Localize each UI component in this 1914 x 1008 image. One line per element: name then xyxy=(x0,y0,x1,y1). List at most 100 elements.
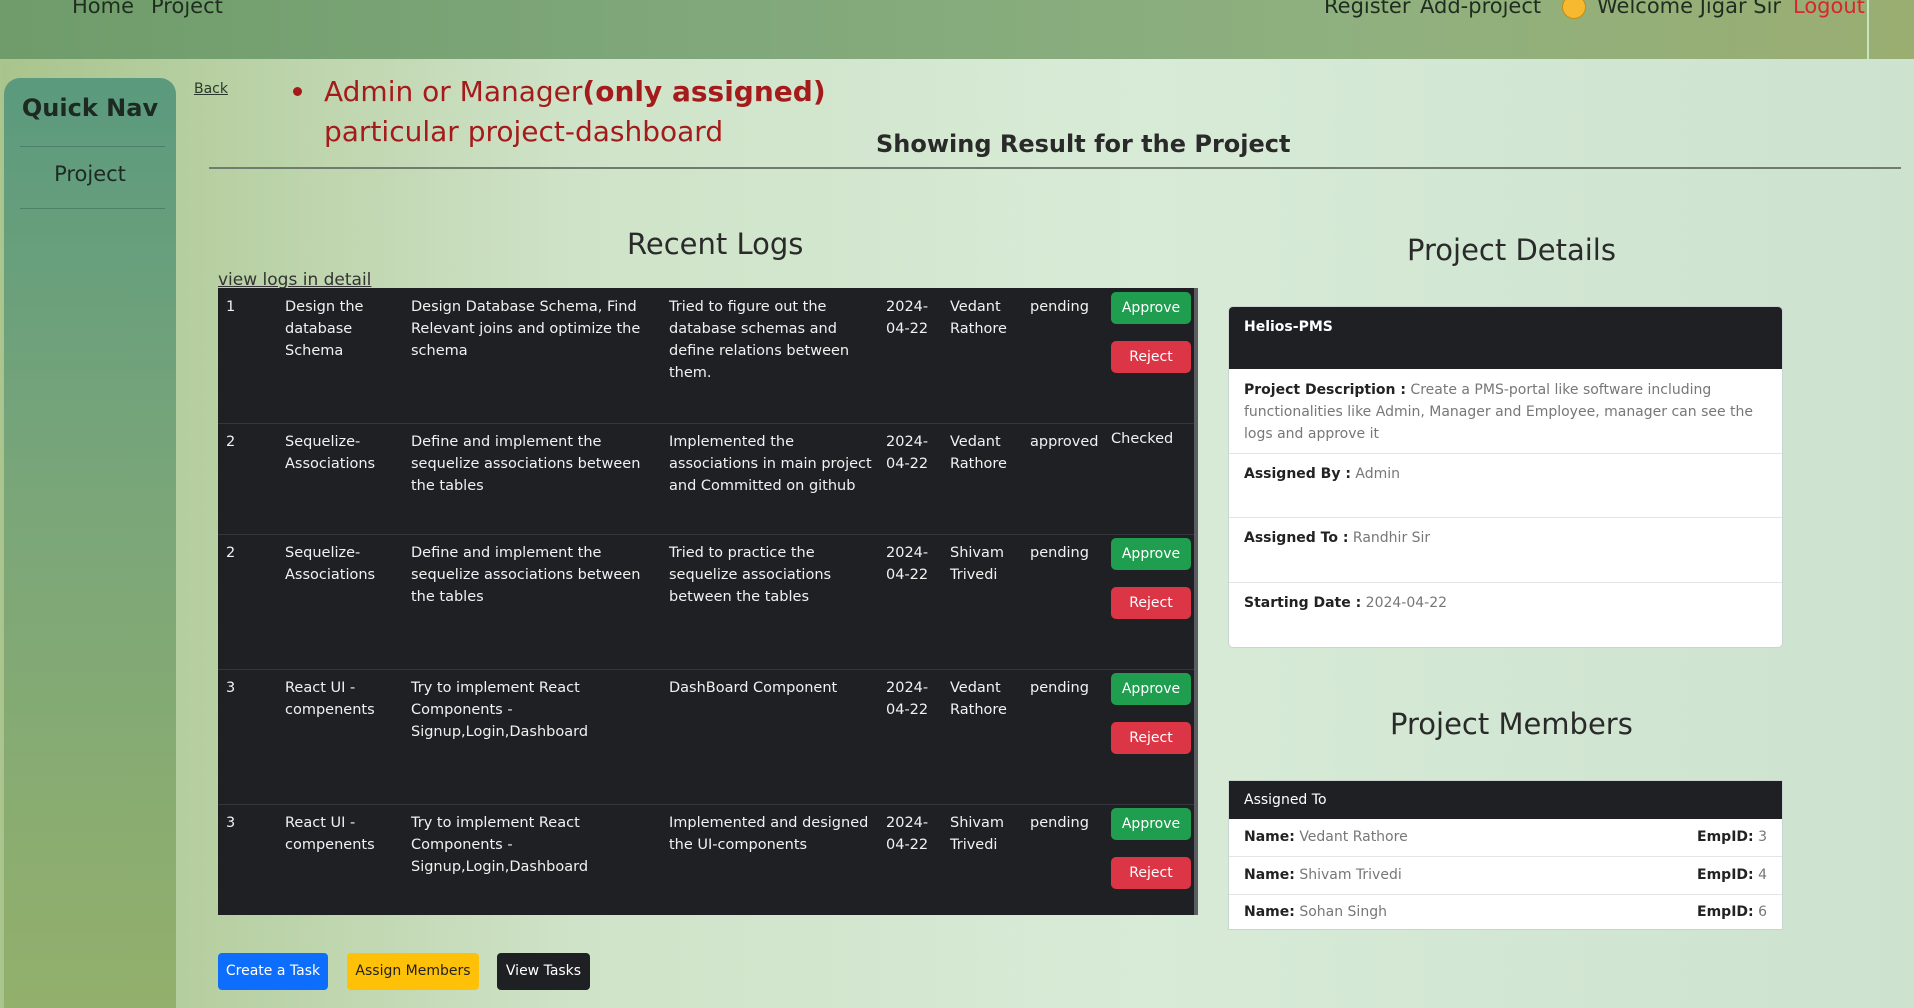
member-name: Shivam Trivedi xyxy=(1299,867,1402,883)
log-description: Design Database Schema, Find Relevant jo… xyxy=(411,299,641,359)
approve-button[interactable]: Approve xyxy=(1111,808,1191,840)
log-note: Tried to figure out the database schemas… xyxy=(669,299,850,381)
navbar-edge-divider xyxy=(1867,0,1869,59)
log-employee: Vedant Rathore xyxy=(950,434,1007,472)
log-date: 2024-04-22 xyxy=(886,434,929,472)
log-note: Implemented and designed the UI-componen… xyxy=(669,815,869,853)
result-heading: Showing Result for the Project xyxy=(876,130,1291,158)
member-name: Vedant Rathore xyxy=(1299,829,1408,845)
approve-button[interactable]: Approve xyxy=(1111,673,1191,705)
table-row: 1 Design the database Schema Design Data… xyxy=(218,288,1194,424)
recent-logs-heading: Recent Logs xyxy=(627,227,804,261)
members-header: Assigned To xyxy=(1229,781,1782,819)
note-line2: particular project-dashboard xyxy=(324,115,724,148)
log-id: 2 xyxy=(226,434,236,450)
log-status: pending xyxy=(1030,545,1089,561)
project-name-header: Helios-PMS xyxy=(1229,307,1782,369)
members-header-label: Assigned To xyxy=(1244,792,1327,808)
sidebar-divider xyxy=(20,146,165,147)
log-id: 3 xyxy=(226,680,236,696)
welcome-text: Welcome Jigar Sir xyxy=(1597,0,1782,18)
member-name: Sohan Singh xyxy=(1299,904,1387,920)
assigned-by-label: Assigned By : xyxy=(1244,466,1351,482)
log-note: Implemented the associations in main pro… xyxy=(669,434,872,494)
log-status: pending xyxy=(1030,815,1089,831)
log-description: Try to implement React Components - Sign… xyxy=(411,815,589,875)
log-status: pending xyxy=(1030,680,1089,696)
top-navbar: Home Project Register Add-project Welcom… xyxy=(0,0,1914,59)
view-tasks-button[interactable]: View Tasks xyxy=(497,953,590,990)
table-row: 3 React UI - compenents Try to implement… xyxy=(218,804,1194,939)
log-employee: Shivam Trivedi xyxy=(950,545,1005,583)
log-employee: Shivam Trivedi xyxy=(950,815,1005,853)
reject-button[interactable]: Reject xyxy=(1111,341,1191,373)
project-members-card: Assigned To Name: Vedant Rathore EmpID: … xyxy=(1228,780,1783,930)
nav-home-link[interactable]: Home xyxy=(72,0,134,18)
bullet-icon xyxy=(293,87,302,96)
nav-project-link[interactable]: Project xyxy=(151,0,223,18)
starting-date-row: Starting Date : 2024-04-22 xyxy=(1229,582,1782,646)
member-empid: 3 xyxy=(1758,829,1767,845)
log-employee: Vedant Rathore xyxy=(950,680,1007,718)
note-prefix: Admin or Manager xyxy=(324,75,583,108)
project-name: Helios-PMS xyxy=(1244,319,1333,335)
log-status: pending xyxy=(1030,299,1089,315)
project-members-heading: Project Members xyxy=(1390,707,1633,741)
sidebar-title: Quick Nav xyxy=(21,94,159,122)
reject-button[interactable]: Reject xyxy=(1111,857,1191,889)
quick-nav-sidebar: Quick Nav Project xyxy=(4,78,176,1008)
log-description: Try to implement React Components - Sign… xyxy=(411,680,589,740)
note-bold: (only assigned) xyxy=(582,75,826,108)
table-scrollbar[interactable] xyxy=(1194,288,1198,915)
reject-button[interactable]: Reject xyxy=(1111,722,1191,754)
log-id: 1 xyxy=(226,299,236,315)
nav-add-project-link[interactable]: Add-project xyxy=(1420,0,1541,18)
list-item: Name: Sohan Singh EmpID: 6 xyxy=(1229,894,1782,929)
member-name-label: Name: xyxy=(1244,904,1295,920)
reject-button[interactable]: Reject xyxy=(1111,587,1191,619)
member-name-label: Name: xyxy=(1244,867,1295,883)
log-date: 2024-04-22 xyxy=(886,299,929,337)
member-empid: 4 xyxy=(1758,867,1767,883)
log-task: Design the database Schema xyxy=(285,299,364,359)
sidebar-item-project[interactable]: Project xyxy=(4,162,176,186)
log-description: Define and implement the sequelize assoc… xyxy=(411,545,641,605)
log-note: DashBoard Component xyxy=(669,680,838,696)
starting-date-label: Starting Date : xyxy=(1244,595,1362,611)
member-empid-label: EmpID: xyxy=(1697,829,1754,845)
nav-register-link[interactable]: Register xyxy=(1324,0,1410,18)
approve-button[interactable]: Approve xyxy=(1111,292,1191,324)
table-row: 2 Sequelize-Associations Define and impl… xyxy=(218,534,1194,670)
checked-label: Checked xyxy=(1111,431,1174,447)
log-task: Sequelize-Associations xyxy=(285,434,376,472)
create-task-button[interactable]: Create a Task xyxy=(218,953,328,990)
assigned-by-row: Assigned By : Admin xyxy=(1229,453,1782,518)
sidebar-divider xyxy=(20,208,165,209)
list-item: Name: Vedant Rathore EmpID: 3 xyxy=(1229,819,1782,857)
project-description-row: Project Description : Create a PMS-porta… xyxy=(1229,369,1782,454)
logout-link[interactable]: Logout xyxy=(1793,0,1865,18)
assigned-to-label: Assigned To : xyxy=(1244,530,1349,546)
log-task: Sequelize-Associations xyxy=(285,545,376,583)
project-details-heading: Project Details xyxy=(1407,233,1616,267)
table-row: 3 React UI - compenents Try to implement… xyxy=(218,669,1194,805)
heading-divider xyxy=(209,167,1901,169)
log-task: React UI - compenents xyxy=(285,815,375,853)
log-date: 2024-04-22 xyxy=(886,545,929,583)
project-details-card: Helios-PMS Project Description : Create … xyxy=(1228,306,1783,648)
log-description: Define and implement the sequelize assoc… xyxy=(411,434,641,494)
member-empid: 6 xyxy=(1758,904,1767,920)
back-link[interactable]: Back xyxy=(194,81,228,97)
log-id: 3 xyxy=(226,815,236,831)
description-label: Project Description : xyxy=(1244,382,1406,398)
log-date: 2024-04-22 xyxy=(886,815,929,853)
log-id: 2 xyxy=(226,545,236,561)
smiley-icon xyxy=(1562,0,1586,19)
assigned-to-row: Assigned To : Randhir Sir xyxy=(1229,517,1782,583)
member-empid-label: EmpID: xyxy=(1697,867,1754,883)
approve-button[interactable]: Approve xyxy=(1111,538,1191,570)
log-date: 2024-04-22 xyxy=(886,680,929,718)
logs-table: 1 Design the database Schema Design Data… xyxy=(218,288,1198,915)
assign-members-button[interactable]: Assign Members xyxy=(347,953,479,990)
view-logs-link[interactable]: view logs in detail xyxy=(218,270,371,290)
